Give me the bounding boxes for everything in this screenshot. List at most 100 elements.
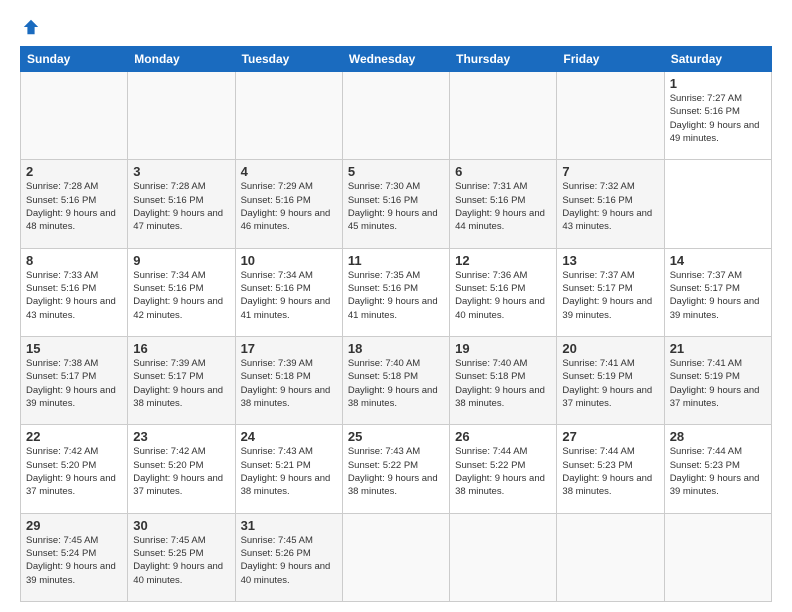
day-info: Sunrise: 7:29 AMSunset: 5:16 PMDaylight:… [241,180,337,233]
day-info: Sunrise: 7:39 AMSunset: 5:17 PMDaylight:… [133,357,229,410]
day-info: Sunrise: 7:43 AMSunset: 5:21 PMDaylight:… [241,445,337,498]
day-info: Sunrise: 7:45 AMSunset: 5:24 PMDaylight:… [26,534,122,587]
day-cell: 16Sunrise: 7:39 AMSunset: 5:17 PMDayligh… [128,336,235,424]
empty-cell [128,72,235,160]
calendar-table: SundayMondayTuesdayWednesdayThursdayFrid… [20,46,772,602]
day-info: Sunrise: 7:39 AMSunset: 5:18 PMDaylight:… [241,357,337,410]
day-cell: 4Sunrise: 7:29 AMSunset: 5:16 PMDaylight… [235,160,342,248]
day-cell: 27Sunrise: 7:44 AMSunset: 5:23 PMDayligh… [557,425,664,513]
day-info: Sunrise: 7:38 AMSunset: 5:17 PMDaylight:… [26,357,122,410]
day-cell: 17Sunrise: 7:39 AMSunset: 5:18 PMDayligh… [235,336,342,424]
day-number: 27 [562,429,658,444]
day-cell: 30Sunrise: 7:45 AMSunset: 5:25 PMDayligh… [128,513,235,601]
day-info: Sunrise: 7:44 AMSunset: 5:22 PMDaylight:… [455,445,551,498]
day-number: 1 [670,76,766,91]
calendar-week-5: 22Sunrise: 7:42 AMSunset: 5:20 PMDayligh… [21,425,772,513]
day-number: 7 [562,164,658,179]
day-number: 3 [133,164,229,179]
day-number: 26 [455,429,551,444]
day-number: 6 [455,164,551,179]
day-cell: 12Sunrise: 7:36 AMSunset: 5:16 PMDayligh… [450,248,557,336]
day-info: Sunrise: 7:32 AMSunset: 5:16 PMDaylight:… [562,180,658,233]
logo [20,18,40,36]
day-number: 23 [133,429,229,444]
day-number: 10 [241,253,337,268]
calendar-week-1: 1Sunrise: 7:27 AMSunset: 5:16 PMDaylight… [21,72,772,160]
day-cell: 19Sunrise: 7:40 AMSunset: 5:18 PMDayligh… [450,336,557,424]
day-number: 17 [241,341,337,356]
day-info: Sunrise: 7:40 AMSunset: 5:18 PMDaylight:… [455,357,551,410]
day-info: Sunrise: 7:30 AMSunset: 5:16 PMDaylight:… [348,180,444,233]
day-cell: 11Sunrise: 7:35 AMSunset: 5:16 PMDayligh… [342,248,449,336]
day-info: Sunrise: 7:45 AMSunset: 5:25 PMDaylight:… [133,534,229,587]
day-info: Sunrise: 7:37 AMSunset: 5:17 PMDaylight:… [562,269,658,322]
day-info: Sunrise: 7:44 AMSunset: 5:23 PMDaylight:… [562,445,658,498]
day-cell [664,513,771,601]
day-number: 15 [26,341,122,356]
day-info: Sunrise: 7:31 AMSunset: 5:16 PMDaylight:… [455,180,551,233]
day-cell: 26Sunrise: 7:44 AMSunset: 5:22 PMDayligh… [450,425,557,513]
day-cell: 5Sunrise: 7:30 AMSunset: 5:16 PMDaylight… [342,160,449,248]
day-number: 31 [241,518,337,533]
day-header-tuesday: Tuesday [235,47,342,72]
day-number: 24 [241,429,337,444]
logo-icon [22,18,40,36]
day-number: 9 [133,253,229,268]
empty-cell [21,72,128,160]
day-cell: 23Sunrise: 7:42 AMSunset: 5:20 PMDayligh… [128,425,235,513]
calendar-week-3: 8Sunrise: 7:33 AMSunset: 5:16 PMDaylight… [21,248,772,336]
day-info: Sunrise: 7:34 AMSunset: 5:16 PMDaylight:… [133,269,229,322]
day-info: Sunrise: 7:44 AMSunset: 5:23 PMDaylight:… [670,445,766,498]
day-info: Sunrise: 7:41 AMSunset: 5:19 PMDaylight:… [670,357,766,410]
day-header-sunday: Sunday [21,47,128,72]
day-cell: 2Sunrise: 7:28 AMSunset: 5:16 PMDaylight… [21,160,128,248]
day-number: 22 [26,429,122,444]
day-number: 18 [348,341,444,356]
day-cell: 18Sunrise: 7:40 AMSunset: 5:18 PMDayligh… [342,336,449,424]
day-number: 16 [133,341,229,356]
day-info: Sunrise: 7:40 AMSunset: 5:18 PMDaylight:… [348,357,444,410]
day-number: 5 [348,164,444,179]
day-number: 25 [348,429,444,444]
day-header-thursday: Thursday [450,47,557,72]
day-info: Sunrise: 7:28 AMSunset: 5:16 PMDaylight:… [133,180,229,233]
day-number: 11 [348,253,444,268]
day-info: Sunrise: 7:28 AMSunset: 5:16 PMDaylight:… [26,180,122,233]
day-number: 13 [562,253,658,268]
day-info: Sunrise: 7:45 AMSunset: 5:26 PMDaylight:… [241,534,337,587]
day-cell [342,513,449,601]
day-number: 2 [26,164,122,179]
empty-cell [557,72,664,160]
empty-cell [342,72,449,160]
day-info: Sunrise: 7:35 AMSunset: 5:16 PMDaylight:… [348,269,444,322]
day-cell: 28Sunrise: 7:44 AMSunset: 5:23 PMDayligh… [664,425,771,513]
day-info: Sunrise: 7:42 AMSunset: 5:20 PMDaylight:… [26,445,122,498]
day-header-monday: Monday [128,47,235,72]
calendar-week-4: 15Sunrise: 7:38 AMSunset: 5:17 PMDayligh… [21,336,772,424]
day-number: 8 [26,253,122,268]
day-cell: 7Sunrise: 7:32 AMSunset: 5:16 PMDaylight… [557,160,664,248]
day-number: 30 [133,518,229,533]
day-cell [557,513,664,601]
day-info: Sunrise: 7:27 AMSunset: 5:16 PMDaylight:… [670,92,766,145]
day-cell: 20Sunrise: 7:41 AMSunset: 5:19 PMDayligh… [557,336,664,424]
day-number: 21 [670,341,766,356]
day-number: 28 [670,429,766,444]
day-number: 12 [455,253,551,268]
day-cell: 8Sunrise: 7:33 AMSunset: 5:16 PMDaylight… [21,248,128,336]
day-number: 29 [26,518,122,533]
day-cell: 31Sunrise: 7:45 AMSunset: 5:26 PMDayligh… [235,513,342,601]
day-cell: 9Sunrise: 7:34 AMSunset: 5:16 PMDaylight… [128,248,235,336]
header [20,18,772,36]
day-cell: 6Sunrise: 7:31 AMSunset: 5:16 PMDaylight… [450,160,557,248]
day-info: Sunrise: 7:33 AMSunset: 5:16 PMDaylight:… [26,269,122,322]
day-cell: 14Sunrise: 7:37 AMSunset: 5:17 PMDayligh… [664,248,771,336]
day-cell: 3Sunrise: 7:28 AMSunset: 5:16 PMDaylight… [128,160,235,248]
day-header-saturday: Saturday [664,47,771,72]
day-number: 19 [455,341,551,356]
day-info: Sunrise: 7:41 AMSunset: 5:19 PMDaylight:… [562,357,658,410]
day-info: Sunrise: 7:43 AMSunset: 5:22 PMDaylight:… [348,445,444,498]
day-cell: 21Sunrise: 7:41 AMSunset: 5:19 PMDayligh… [664,336,771,424]
day-info: Sunrise: 7:42 AMSunset: 5:20 PMDaylight:… [133,445,229,498]
calendar-week-2: 2Sunrise: 7:28 AMSunset: 5:16 PMDaylight… [21,160,772,248]
